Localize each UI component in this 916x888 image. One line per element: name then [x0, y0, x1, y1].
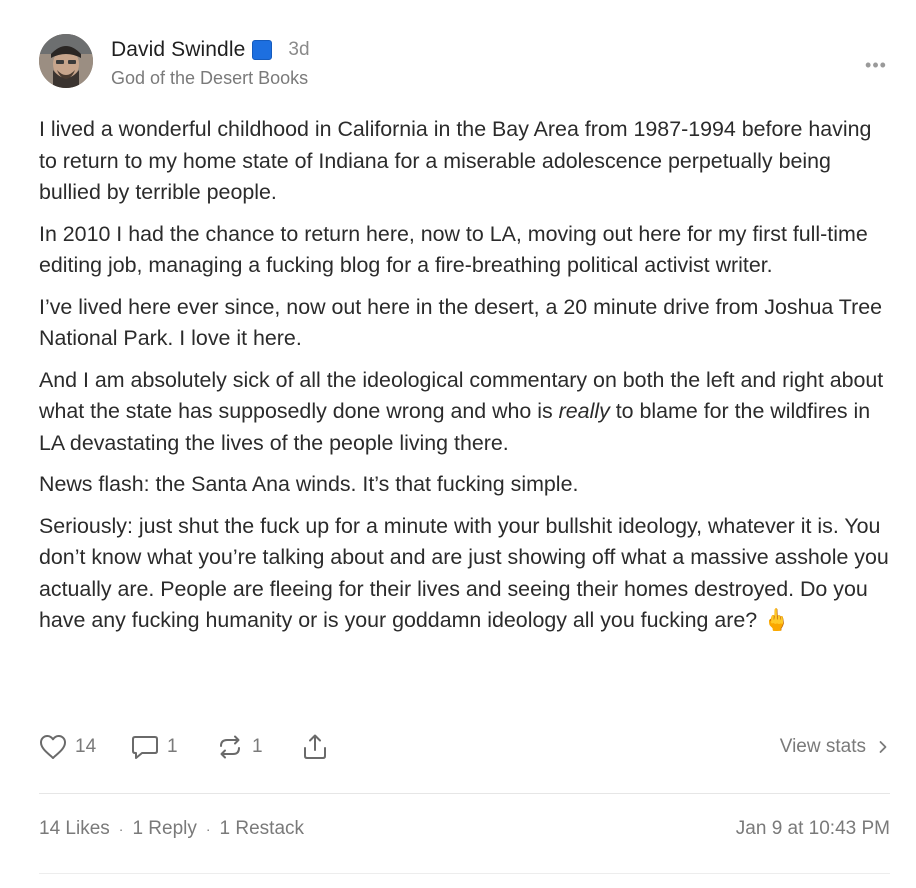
note-post: David Swindle 3d God of the Desert Books… [0, 0, 916, 888]
post-body: I lived a wonderful childhood in Califor… [39, 114, 889, 647]
more-options-button[interactable]: ••• [862, 56, 890, 74]
author-avatar[interactable] [39, 34, 93, 88]
post-paragraph: Seriously: just shut the fuck up for a m… [39, 511, 889, 637]
view-stats-link[interactable]: View stats [780, 730, 888, 764]
author-line: David Swindle 3d [111, 36, 310, 64]
blue-square-icon [252, 40, 273, 60]
post-text: Seriously: just shut the fuck up for a m… [39, 513, 889, 633]
post-paragraph: I lived a wonderful childhood in Califor… [39, 117, 872, 204]
restack-count: 1 [252, 736, 263, 757]
comment-icon [132, 736, 158, 759]
divider [39, 793, 890, 794]
heart-icon [40, 735, 66, 759]
divider [39, 873, 890, 874]
publication-name[interactable]: God of the Desert Books [111, 68, 308, 89]
like-button[interactable]: 14 [39, 730, 96, 764]
replies-link[interactable]: 1 Reply [132, 818, 196, 840]
restack-button[interactable]: 1 [216, 730, 263, 764]
action-bar: 14 1 1 View stats [39, 730, 890, 764]
post-paragraph: I’ve lived here ever since, now out here… [39, 294, 882, 351]
likes-link[interactable]: 14 Likes [39, 818, 110, 840]
separator: · [118, 821, 124, 837]
middle-finger-emoji: 🖕 [763, 608, 790, 632]
post-paragraph: In 2010 I had the chance to return here,… [39, 221, 868, 278]
restack-icon [220, 735, 240, 759]
comment-button[interactable]: 1 [131, 730, 178, 764]
engagement-summary: 14 Likes · 1 Reply · 1 Restack [39, 818, 304, 840]
comment-count: 1 [167, 736, 178, 757]
restacks-link[interactable]: 1 Restack [220, 818, 304, 840]
view-stats-label: View stats [779, 736, 866, 757]
more-dots-icon: ••• [865, 55, 887, 75]
avatar-image [39, 34, 93, 88]
like-count: 14 [75, 736, 97, 757]
post-paragraph: And I am absolutely sick of all the ideo… [39, 365, 889, 460]
post-emphasis: really [558, 399, 610, 423]
share-button[interactable] [301, 730, 329, 764]
chevron-right-icon [879, 741, 887, 753]
post-footer: 14 Likes · 1 Reply · 1 Restack Jan 9 at … [39, 818, 890, 848]
author-name[interactable]: David Swindle [111, 38, 245, 62]
share-icon [304, 734, 326, 759]
post-timestamp: Jan 9 at 10:43 PM [735, 818, 890, 839]
post-paragraph: News flash: the Santa Ana winds. It’s th… [39, 472, 579, 496]
separator: · [205, 821, 211, 837]
post-time-ago[interactable]: 3d [288, 39, 309, 61]
